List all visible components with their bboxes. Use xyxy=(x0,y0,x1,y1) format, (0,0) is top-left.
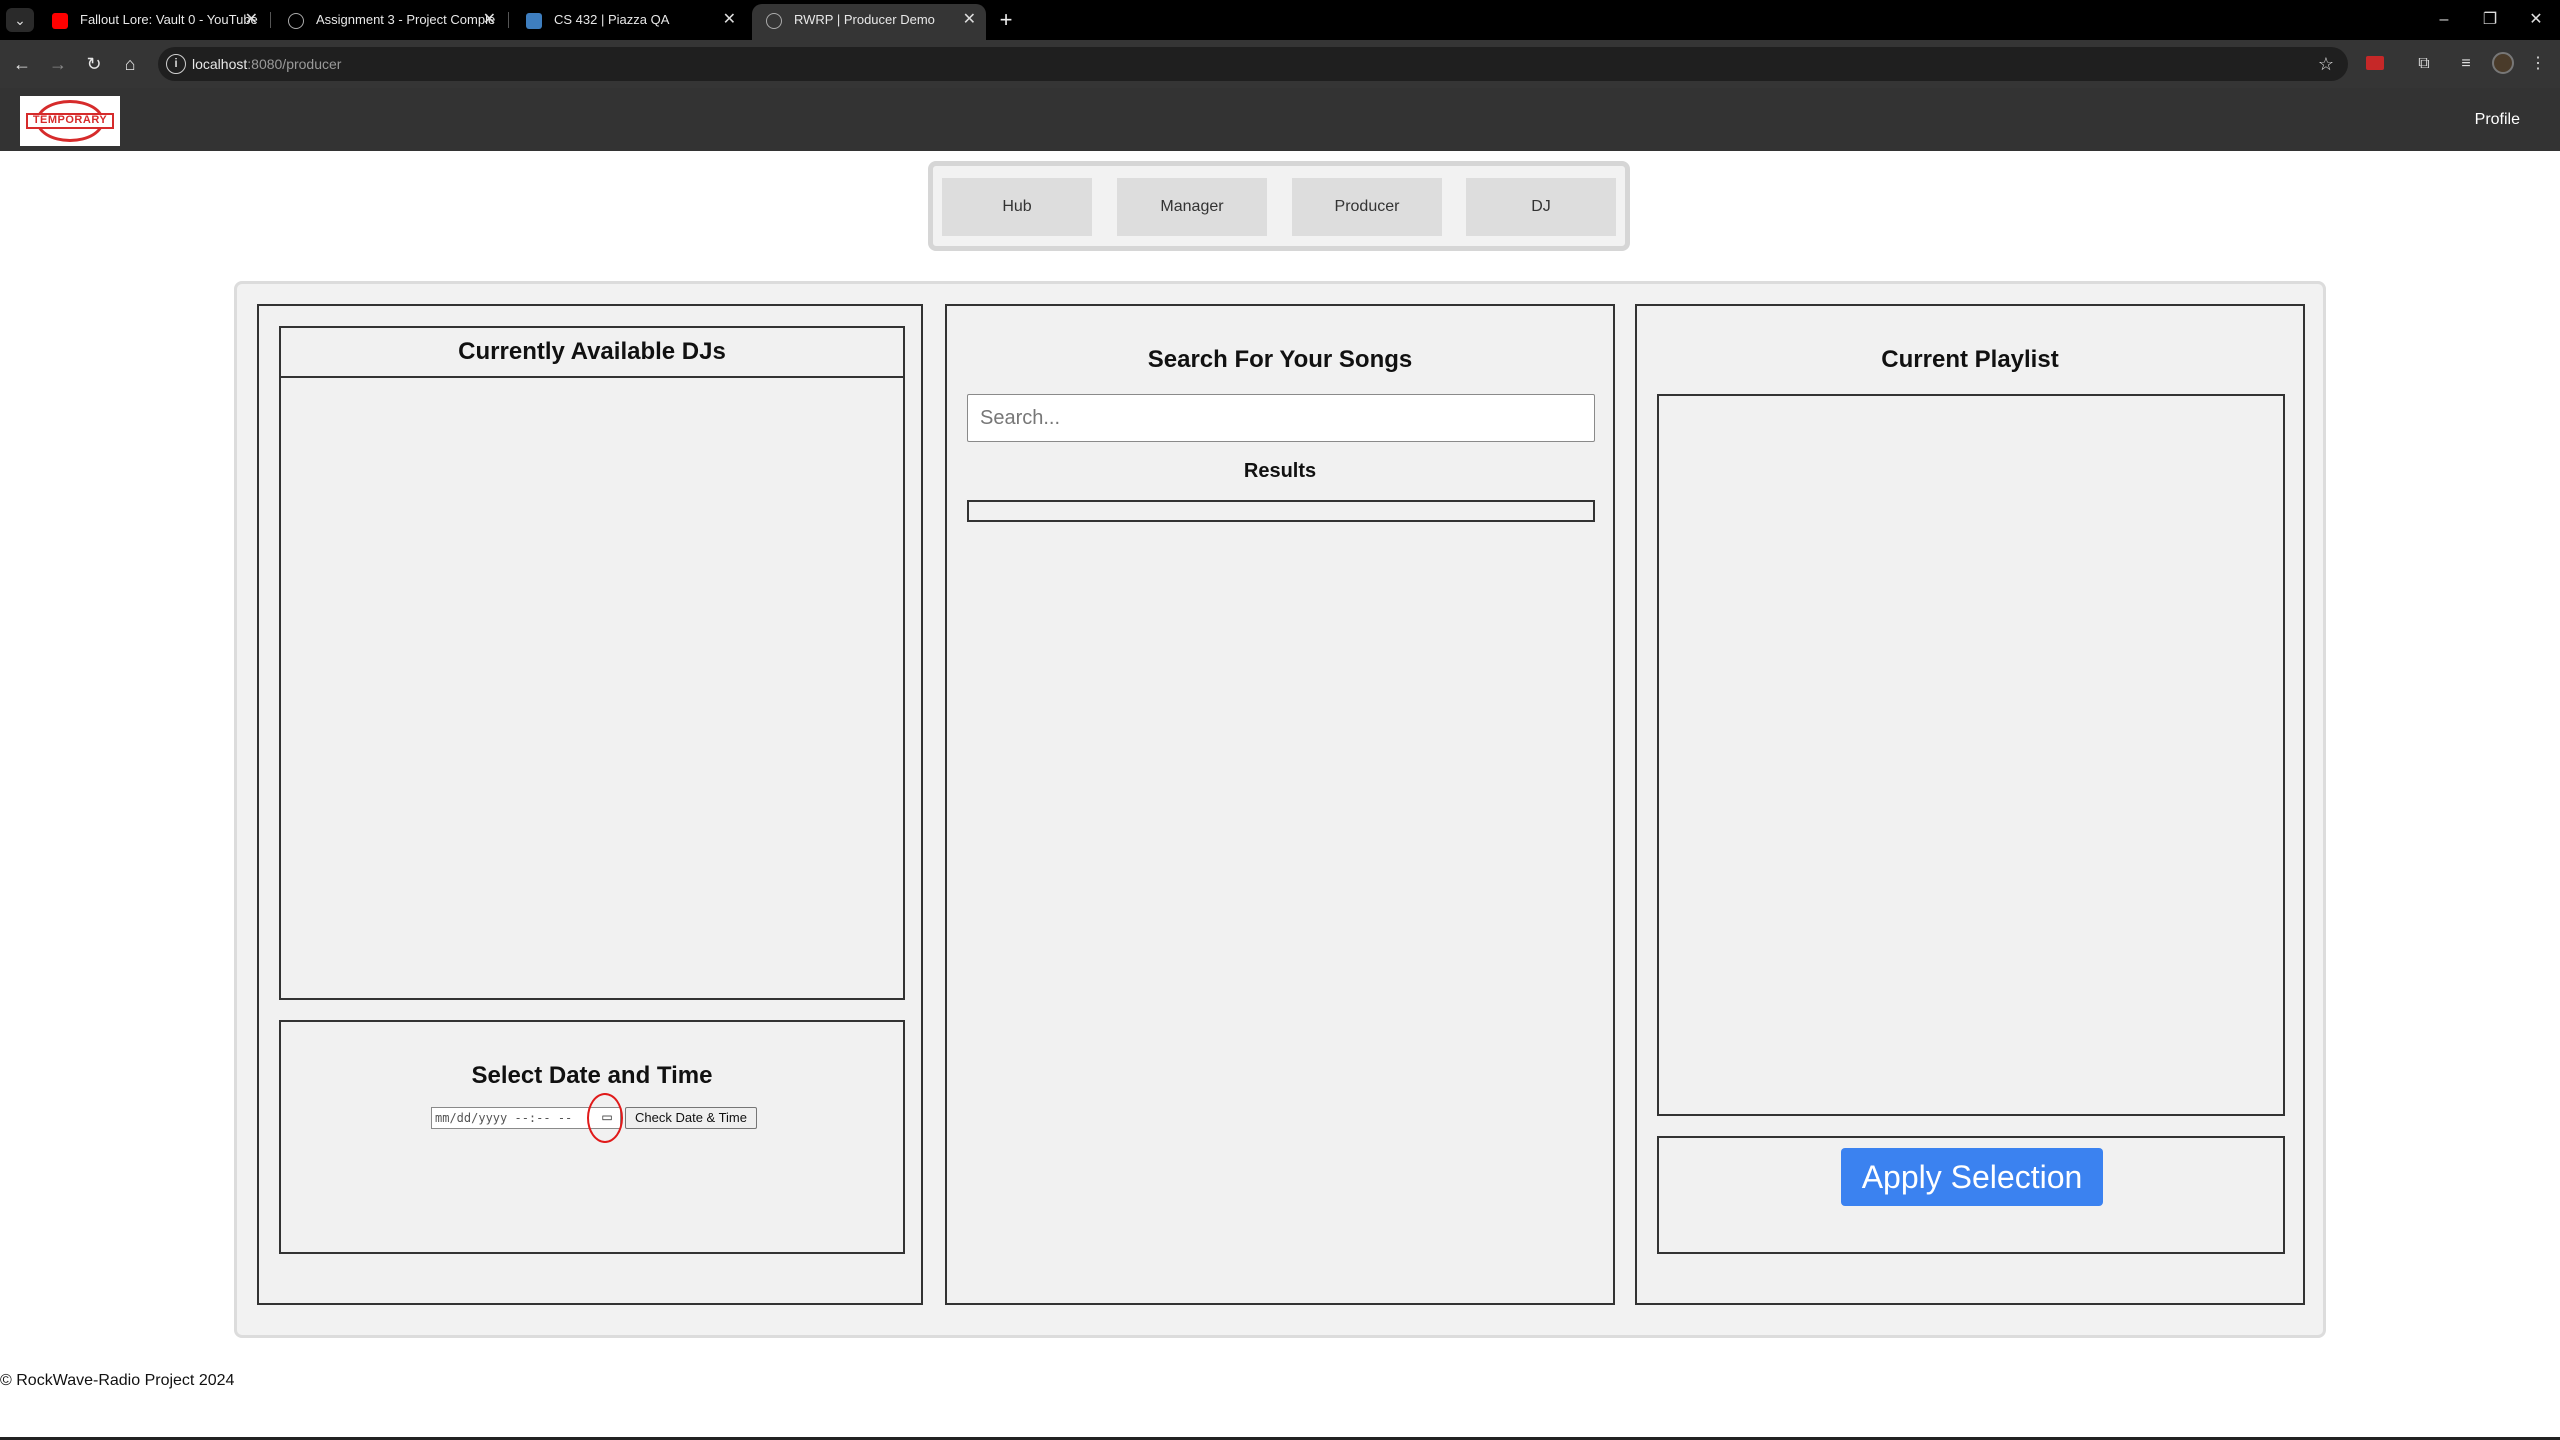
check-date-time-button[interactable]: Check Date & Time xyxy=(625,1107,757,1129)
highlight-circle-annotation xyxy=(587,1093,623,1143)
search-panel: Search For Your Songs Search... Results xyxy=(945,304,1615,1305)
playlist-list xyxy=(1657,394,2285,1116)
piazza-icon xyxy=(526,13,542,29)
media-control-icon[interactable]: ≡ xyxy=(2452,50,2480,78)
browser-tab-assignment[interactable]: Assignment 3 - Project Comple ✕ xyxy=(274,4,506,40)
close-icon[interactable]: ✕ xyxy=(723,4,736,36)
reload-icon[interactable]: ↻ xyxy=(80,50,108,78)
site-logo[interactable]: TEMPORARY xyxy=(20,96,120,146)
dj-list-box: Currently Available DJs xyxy=(279,326,905,1000)
apply-selection-button[interactable]: Apply Selection xyxy=(1841,1148,2103,1206)
apply-box: Apply Selection xyxy=(1657,1136,2285,1254)
song-search-input[interactable]: Search... xyxy=(967,394,1595,442)
nav-tab-manager[interactable]: Manager xyxy=(1117,178,1267,236)
close-icon[interactable]: ✕ xyxy=(483,4,496,36)
nav-tab-hub[interactable]: Hub xyxy=(942,178,1092,236)
extension-red-icon[interactable] xyxy=(2366,56,2384,70)
url-host: localhost xyxy=(192,56,248,72)
playlist-panel: Current Playlist Apply Selection xyxy=(1635,304,2305,1305)
close-window-icon[interactable]: ✕ xyxy=(2516,6,2556,34)
dj-list-title: Currently Available DJs xyxy=(458,338,726,365)
new-tab-button[interactable]: + xyxy=(994,6,1018,34)
back-icon[interactable]: ← xyxy=(8,50,36,78)
tab-title: Fallout Lore: Vault 0 - YouTube xyxy=(80,12,258,27)
close-icon[interactable]: ✕ xyxy=(963,4,976,36)
logo-text: TEMPORARY xyxy=(32,114,108,126)
url-text: localhost:8080/producer xyxy=(192,47,341,81)
nav-tab-dj[interactable]: DJ xyxy=(1466,178,1616,236)
search-title: Search For Your Songs xyxy=(1147,346,1413,373)
datetime-box: Select Date and Time mm/dd/yyyy --:-- --… xyxy=(279,1020,905,1254)
role-nav: Hub Manager Producer DJ xyxy=(928,161,1630,251)
datetime-title: Select Date and Time xyxy=(471,1062,713,1089)
tab-separator xyxy=(270,12,271,28)
results-label: Results xyxy=(1243,460,1317,482)
site-info-icon[interactable]: i xyxy=(166,54,186,74)
restore-icon[interactable]: ❐ xyxy=(2470,6,2510,34)
results-list xyxy=(967,500,1595,522)
profile-link[interactable]: Profile xyxy=(2475,88,2520,151)
tab-separator xyxy=(508,12,509,28)
minimize-icon[interactable]: – xyxy=(2424,6,2464,34)
bookmark-star-icon[interactable]: ☆ xyxy=(2318,47,2334,81)
home-icon[interactable]: ⌂ xyxy=(116,50,144,78)
close-icon[interactable]: ✕ xyxy=(245,4,258,36)
footer-copyright: © RockWave-Radio Project 2024 xyxy=(0,1372,235,1389)
tab-title: Assignment 3 - Project Comple xyxy=(316,12,496,27)
browser-tab-producer[interactable]: RWRP | Producer Demo ✕ xyxy=(752,4,986,40)
browser-toolbar: ← → ↻ ⌂ i localhost:8080/producer ☆ ⧉ ≡ … xyxy=(0,40,2560,88)
browser-tab-bar: ⌄ Fallout Lore: Vault 0 - YouTube ✕ Assi… xyxy=(0,0,2560,40)
globe-icon xyxy=(288,13,304,29)
producer-main-container: Currently Available DJs Select Date and … xyxy=(234,281,2326,1338)
browser-profile-avatar[interactable] xyxy=(2492,52,2514,74)
dj-list-header: Currently Available DJs xyxy=(281,328,903,378)
tab-title: RWRP | Producer Demo xyxy=(794,12,935,27)
url-path: :8080/producer xyxy=(247,56,342,72)
browser-tab-youtube[interactable]: Fallout Lore: Vault 0 - YouTube ✕ xyxy=(38,4,268,40)
extensions-puzzle-icon[interactable]: ⧉ xyxy=(2410,50,2438,78)
forward-icon[interactable]: → xyxy=(44,50,72,78)
playlist-title: Current Playlist xyxy=(1881,346,2059,373)
browser-tab-piazza[interactable]: CS 432 | Piazza QA ✕ xyxy=(512,4,746,40)
nav-tab-producer[interactable]: Producer xyxy=(1292,178,1442,236)
youtube-icon xyxy=(52,13,68,29)
tab-title: CS 432 | Piazza QA xyxy=(554,12,670,27)
globe-icon xyxy=(766,13,782,29)
tab-search-button[interactable]: ⌄ xyxy=(6,8,34,32)
site-header: TEMPORARY Profile xyxy=(0,88,2560,151)
menu-kebab-icon[interactable]: ⋮ xyxy=(2524,50,2552,78)
address-bar[interactable]: i localhost:8080/producer ☆ xyxy=(158,47,2348,81)
left-panel: Currently Available DJs Select Date and … xyxy=(257,304,923,1305)
